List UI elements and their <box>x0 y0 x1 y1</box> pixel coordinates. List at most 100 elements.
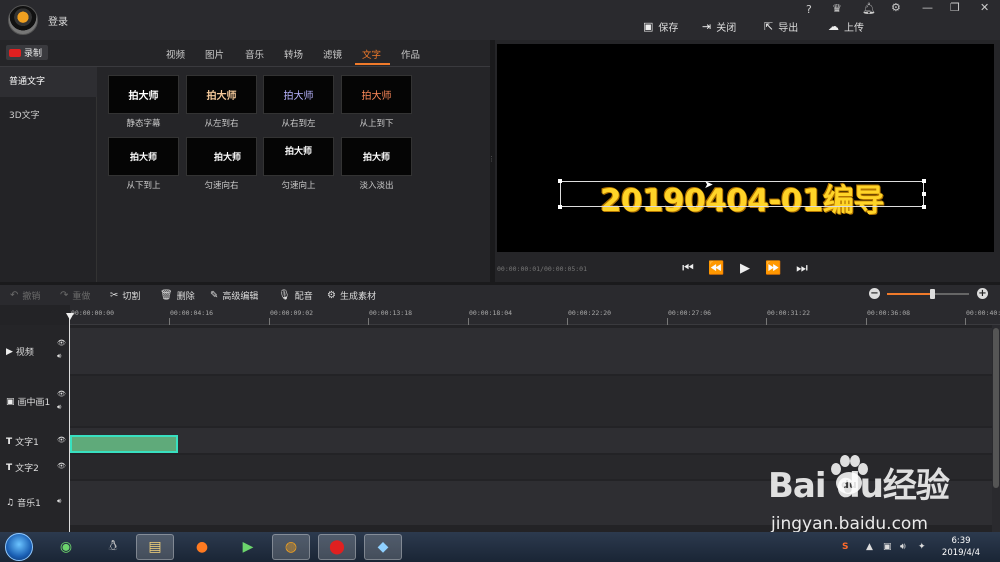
bell-icon[interactable]: 🔔︎ <box>862 2 876 15</box>
scrollbar-thumb[interactable] <box>993 328 999 488</box>
pencil-icon: ✎ <box>210 290 219 301</box>
export-button[interactable]: ⇱ 导出 <box>764 18 798 34</box>
login-link[interactable]: 登录 <box>48 13 68 28</box>
help-icon[interactable]: ? <box>806 3 812 16</box>
resize-handle[interactable] <box>922 179 926 183</box>
save-icon: ▣ <box>643 19 654 33</box>
resize-handle[interactable] <box>558 205 562 209</box>
tick <box>368 318 369 325</box>
file-explorer-icon[interactable]: ▤ <box>136 534 174 560</box>
redo-button[interactable]: ↷ 重做 <box>60 289 90 302</box>
text-style-thumb[interactable]: 拍大师 <box>263 75 334 114</box>
track-row-video[interactable] <box>70 328 992 374</box>
tab-text[interactable]: 文字 <box>362 47 381 61</box>
undo-button[interactable]: ↶ 撤销 <box>10 289 40 302</box>
eye-icon[interactable]: 👁︎ <box>57 339 66 347</box>
splitter-grip-icon[interactable]: ⋮ <box>488 155 495 165</box>
speaker-icon[interactable]: 🔊︎ <box>57 403 61 412</box>
text-track-icon: T <box>6 462 13 473</box>
export-label: 导出 <box>778 22 799 34</box>
prev-frame-icon[interactable]: ⏪ <box>708 261 724 276</box>
advanced-edit-button[interactable]: ✎ 高级编辑 <box>210 289 258 302</box>
text-style-thumb[interactable]: 拍大师 <box>341 75 412 114</box>
tick-label: 00:00:00:00 <box>71 309 115 317</box>
tab-filter[interactable]: 滤镜 <box>323 47 342 61</box>
close-project-button[interactable]: ⇥ 关闭 <box>702 18 736 34</box>
system-clock[interactable]: 6:39 2019/4/4 <box>936 535 986 559</box>
network-icon[interactable]: ✦ <box>918 542 926 552</box>
dub-button[interactable]: 🎙︎ 配音 <box>278 289 313 302</box>
gear-icon[interactable]: ⚙ <box>891 1 901 14</box>
zoom-slider-handle[interactable] <box>930 289 935 299</box>
record-button[interactable]: 录制 <box>6 45 48 60</box>
subnav-item-3d-text[interactable]: 3D文字 <box>0 101 97 131</box>
thumb-text: 拍大师 <box>362 153 390 163</box>
text-style-thumb[interactable]: 拍大师 <box>263 137 334 176</box>
firefox-icon[interactable]: ● <box>183 534 221 560</box>
text-style-thumb[interactable]: 拍大师 <box>108 75 179 114</box>
zoom-out-button[interactable]: − <box>869 288 880 299</box>
eye-icon[interactable]: 👁︎ <box>57 390 66 398</box>
skip-start-icon[interactable]: ⏮ <box>680 261 696 276</box>
subnav-item-plain-text[interactable]: 普通文字 <box>0 67 97 97</box>
text-clip[interactable] <box>70 435 178 453</box>
track-row-pip[interactable] <box>70 376 992 426</box>
start-button[interactable] <box>5 533 33 561</box>
eye-icon[interactable]: 👁︎ <box>57 462 66 470</box>
save-button[interactable]: ▣ 保存 <box>643 18 678 34</box>
vip-icon[interactable]: ♛ <box>832 2 842 15</box>
tick-label: 00:00:22:20 <box>568 309 612 317</box>
close-icon[interactable]: ✕ <box>980 1 989 14</box>
screen-recorder-icon[interactable]: ⬤ <box>318 534 356 560</box>
exit-icon: ⇥ <box>702 19 712 33</box>
cut-button[interactable]: ✂ 切割 <box>110 289 140 302</box>
text-style-thumb[interactable]: 拍大师 <box>186 75 257 114</box>
text-style-thumb[interactable]: 拍大师 <box>186 137 257 176</box>
text-style-thumb[interactable]: 拍大师 <box>341 137 412 176</box>
app-logo[interactable] <box>8 5 38 35</box>
tray-expand-icon[interactable]: ▲ <box>866 542 873 552</box>
caption-selection-box[interactable] <box>560 181 924 207</box>
track-label-text2: T 文字2 <box>6 461 39 475</box>
qq-icon[interactable]: 🐧︎ <box>94 534 132 560</box>
paidashi-taskbar-icon[interactable]: ◍ <box>272 534 310 560</box>
track-name: 视频 <box>15 348 34 358</box>
tab-transition[interactable]: 转场 <box>284 47 303 61</box>
notes-app-icon[interactable]: ◆ <box>364 534 402 560</box>
play-icon[interactable]: ▶ <box>737 261 753 276</box>
sogou-ime-icon[interactable]: S <box>842 542 848 552</box>
tab-music[interactable]: 音乐 <box>245 47 264 61</box>
restore-icon[interactable]: ❐ <box>950 1 960 14</box>
tick-label: 00:00:31:22 <box>767 309 811 317</box>
resize-handle[interactable] <box>922 205 926 209</box>
track-name: 文字2 <box>15 464 39 474</box>
tab-image[interactable]: 图片 <box>205 47 224 61</box>
browser-360-icon[interactable]: ◉ <box>47 534 85 560</box>
skip-end-icon[interactable]: ⏭ <box>794 261 810 276</box>
minimize-icon[interactable]: — <box>922 1 933 14</box>
tab-works[interactable]: 作品 <box>401 47 420 61</box>
eye-icon[interactable]: 👁︎ <box>57 436 66 444</box>
next-frame-icon[interactable]: ⏩ <box>765 261 781 276</box>
playhead-handle[interactable] <box>66 313 74 320</box>
track-label-text1: T 文字1 <box>6 435 39 449</box>
speaker-icon[interactable]: 🔊︎ <box>57 497 61 506</box>
delete-button[interactable]: 🗑︎ 删除 <box>160 289 195 302</box>
resize-handle[interactable] <box>922 192 926 196</box>
generate-clip-button[interactable]: ⚙ 生成素材 <box>327 289 376 302</box>
video-player-icon[interactable]: ▶ <box>229 534 267 560</box>
text-style-thumb[interactable]: 拍大师 <box>108 137 179 176</box>
zoom-in-button[interactable]: + <box>977 288 988 299</box>
playhead[interactable] <box>69 315 70 532</box>
active-tab-indicator <box>355 63 390 65</box>
tab-video[interactable]: 视频 <box>166 47 185 61</box>
device-icon[interactable]: ▣ <box>883 542 892 552</box>
tick-label: 00:00:40: <box>966 309 1000 317</box>
track-row-text1[interactable] <box>70 428 992 453</box>
upload-button[interactable]: ☁ 上传 <box>828 18 864 34</box>
thumb-text: 拍大师 <box>129 153 157 163</box>
resize-handle[interactable] <box>558 179 562 183</box>
speaker-icon[interactable]: 🔊︎ <box>57 352 61 361</box>
track-name: 文字1 <box>15 438 39 448</box>
volume-icon[interactable]: 🔊︎ <box>900 542 906 552</box>
